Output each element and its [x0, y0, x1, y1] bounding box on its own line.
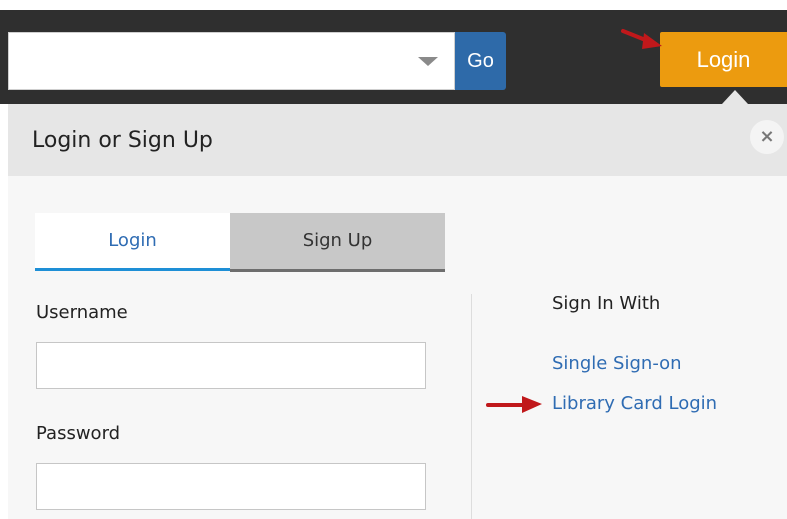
close-icon[interactable]: ×: [750, 120, 784, 154]
divider: [471, 294, 472, 519]
library-card-login-link[interactable]: Library Card Login: [552, 392, 717, 416]
panel-title: Login or Sign Up: [32, 128, 213, 153]
login-page: Go Login Login or Sign Up × Login Sign U…: [0, 0, 787, 519]
tab-login[interactable]: Login: [35, 213, 230, 271]
tab-sign-up[interactable]: Sign Up: [230, 213, 445, 272]
single-sign-on-link[interactable]: Single Sign-on: [552, 352, 682, 376]
chevron-down-icon[interactable]: [418, 57, 438, 66]
red-arrow-icon: [486, 396, 542, 413]
go-button[interactable]: Go: [455, 32, 506, 90]
red-arrow-icon: [621, 29, 662, 49]
login-button[interactable]: Login: [660, 32, 787, 87]
username-field[interactable]: [36, 342, 426, 389]
username-label: Username: [36, 302, 128, 323]
search-input[interactable]: [8, 32, 455, 90]
sign-in-with-heading: Sign In With: [552, 293, 661, 314]
panel-caret: [722, 90, 748, 104]
password-field[interactable]: [36, 463, 426, 510]
password-label: Password: [36, 423, 121, 444]
